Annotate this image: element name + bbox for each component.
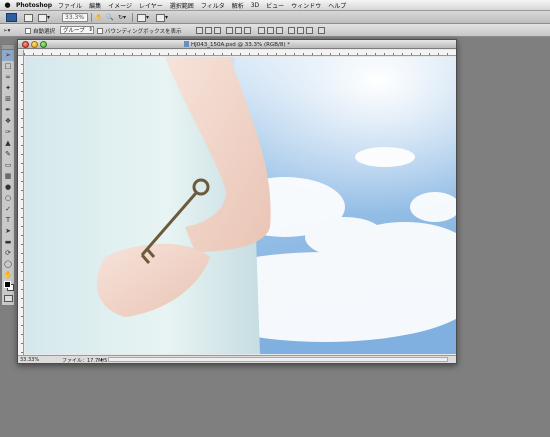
distribute-hcenter-icon[interactable] bbox=[297, 27, 304, 34]
canvas-image bbox=[25, 57, 456, 354]
auto-select-target-select[interactable]: グループ ⇕ bbox=[60, 26, 94, 34]
healing-brush-tool-icon[interactable]: ❖ bbox=[2, 116, 14, 127]
photoshop-logo-icon[interactable] bbox=[6, 13, 17, 22]
rotate-view-icon[interactable]: ↻▾ bbox=[118, 13, 126, 22]
align-right-icon[interactable] bbox=[244, 27, 251, 34]
menu-analysis[interactable]: 解析 bbox=[232, 1, 244, 10]
menu-3d[interactable]: 3D bbox=[251, 2, 259, 9]
options-bar: ➢▾ 自動選択 グループ ⇕ バウンディングボックスを表示 bbox=[0, 24, 550, 37]
align-top-icon[interactable] bbox=[196, 27, 203, 34]
document-window: HJ043_150A.psd @ 33.3% (RGB/8) * 33.33% … bbox=[17, 39, 457, 364]
menu-select[interactable]: 選択範囲 bbox=[170, 1, 194, 10]
distribute-right-icon[interactable] bbox=[306, 27, 313, 34]
move-tool-icon[interactable]: ➢ bbox=[2, 50, 14, 61]
distribute-top-icon[interactable] bbox=[258, 27, 265, 34]
gradient-tool-icon[interactable]: ▦ bbox=[2, 171, 14, 182]
auto-select-label: 自動選択 bbox=[33, 28, 56, 35]
document-title-bar[interactable]: HJ043_150A.psd @ 33.3% (RGB/8) * bbox=[18, 40, 456, 49]
auto-align-icon[interactable] bbox=[318, 27, 325, 34]
menu-image[interactable]: イメージ bbox=[108, 1, 132, 10]
align-left-icon[interactable] bbox=[226, 27, 233, 34]
align-vcenter-icon[interactable] bbox=[205, 27, 212, 34]
lasso-tool-icon[interactable]: ∞ bbox=[2, 72, 14, 83]
eyedropper-tool-icon[interactable]: ✒ bbox=[2, 105, 14, 116]
menu-file[interactable]: ファイル bbox=[58, 1, 82, 10]
zoom-level-field[interactable]: 33.3% bbox=[62, 13, 88, 22]
menu-window[interactable]: ウィンドウ bbox=[291, 1, 321, 10]
menu-bar: ● Photoshop ファイル 編集 イメージ レイヤー 選択範囲 フィルタ … bbox=[0, 0, 550, 11]
document-canvas[interactable] bbox=[25, 57, 456, 354]
auto-select-checkbox[interactable]: 自動選択 bbox=[25, 26, 55, 35]
crop-tool-icon[interactable]: ⊞ bbox=[2, 94, 14, 105]
bounding-box-label: バウンディングボックスを表示 bbox=[105, 28, 182, 35]
hand-icon[interactable]: ✋ bbox=[95, 13, 102, 22]
bounding-box-checkbox[interactable]: バウンディングボックスを表示 bbox=[97, 26, 181, 35]
distribute-left-icon[interactable] bbox=[288, 27, 295, 34]
bridge-icon[interactable] bbox=[24, 13, 33, 22]
3d-rotate-tool-icon[interactable]: ⟳ bbox=[2, 248, 14, 259]
type-tool-icon[interactable]: T bbox=[2, 215, 14, 226]
clone-stamp-tool-icon[interactable]: ▲ bbox=[2, 138, 14, 149]
status-menu-arrow-icon[interactable]: ▸ bbox=[101, 357, 104, 363]
menu-layer[interactable]: レイヤー bbox=[139, 1, 163, 10]
blur-tool-icon[interactable]: ● bbox=[2, 182, 14, 193]
hand-tool-icon[interactable]: ✋ bbox=[2, 270, 14, 281]
application-bar: ▾ 33.3% ✋ 🔍 ↻▾ ▾ ▾ bbox=[0, 11, 550, 24]
eraser-tool-icon[interactable]: ▭ bbox=[2, 160, 14, 171]
vertical-ruler[interactable] bbox=[18, 56, 24, 355]
status-zoom-level[interactable]: 33.33% bbox=[20, 357, 39, 363]
menu-view[interactable]: ビュー bbox=[266, 1, 284, 10]
quick-select-tool-icon[interactable]: ✦ bbox=[2, 83, 14, 94]
document-title: HJ043_150A.psd @ 33.3% (RGB/8) * bbox=[191, 42, 290, 48]
menu-help[interactable]: ヘルプ bbox=[328, 1, 346, 10]
align-bottom-icon[interactable] bbox=[214, 27, 221, 34]
status-bar: 33.33% ファイル：17.7M/51.4M ▸ bbox=[18, 355, 456, 364]
shape-tool-icon[interactable]: ▬ bbox=[2, 237, 14, 248]
chevron-down-icon: ⇕ bbox=[88, 27, 93, 33]
marquee-tool-icon[interactable]: □ bbox=[2, 61, 14, 72]
menu-edit[interactable]: 編集 bbox=[89, 1, 101, 10]
tool-preset-icon[interactable]: ➢▾ bbox=[3, 26, 10, 35]
screen-mode-icon[interactable]: ▾ bbox=[156, 13, 168, 22]
view-extras-icon[interactable]: ▾ bbox=[38, 13, 50, 22]
horizontal-scrollbar[interactable] bbox=[108, 357, 448, 362]
3d-orbit-tool-icon[interactable]: ◯ bbox=[2, 259, 14, 270]
group-select-value: グループ bbox=[63, 28, 85, 34]
zoom-icon[interactable]: 🔍 bbox=[106, 13, 113, 22]
tools-panel: ➢ □ ∞ ✦ ⊞ ✒ ❖ ✑ ▲ ✎ ▭ ▦ ● ○ ✓ T ➤ ▬ ⟳ ◯ … bbox=[1, 44, 15, 306]
arrange-documents-icon[interactable]: ▾ bbox=[137, 13, 149, 22]
document-icon bbox=[184, 41, 189, 47]
distribute-vcenter-icon[interactable] bbox=[267, 27, 274, 34]
brush-tool-icon[interactable]: ✑ bbox=[2, 127, 14, 138]
foreground-color-swatch[interactable] bbox=[4, 281, 11, 288]
history-brush-tool-icon[interactable]: ✎ bbox=[2, 149, 14, 160]
menu-app-name[interactable]: Photoshop bbox=[16, 2, 52, 9]
pen-tool-icon[interactable]: ✓ bbox=[2, 204, 14, 215]
horizontal-ruler[interactable] bbox=[24, 50, 456, 56]
dodge-tool-icon[interactable]: ○ bbox=[2, 193, 14, 204]
align-hcenter-icon[interactable] bbox=[235, 27, 242, 34]
quick-mask-icon[interactable] bbox=[4, 295, 13, 302]
apple-menu-icon[interactable]: ● bbox=[2, 1, 13, 9]
distribute-bottom-icon[interactable] bbox=[276, 27, 283, 34]
path-select-tool-icon[interactable]: ➤ bbox=[2, 226, 14, 237]
menu-filter[interactable]: フィルタ bbox=[201, 1, 225, 10]
